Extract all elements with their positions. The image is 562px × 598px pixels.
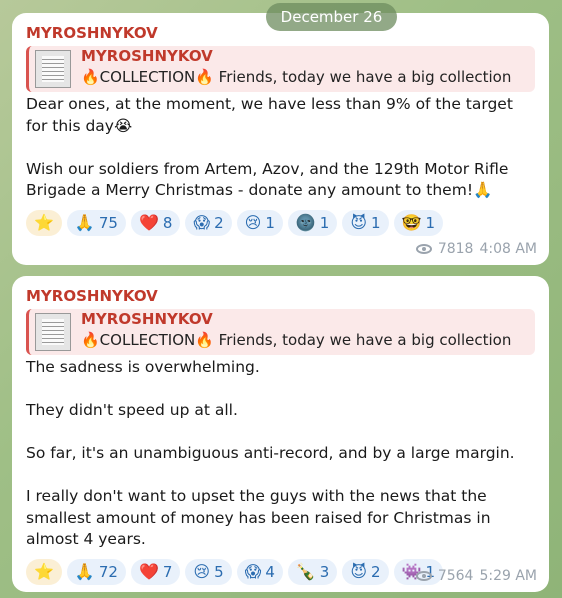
- crying-face-icon: 😢: [244, 212, 262, 232]
- new-moon-face-icon: 🌚: [295, 212, 316, 232]
- message-paragraph: So far, it's an unambiguous anti-record,…: [26, 444, 515, 462]
- reaction-count: 1: [425, 213, 436, 232]
- document-thumbnail: [35, 50, 71, 88]
- star-icon: ⭐: [34, 561, 54, 581]
- message-time: 5:29 AM: [479, 568, 537, 584]
- message-paragraph: They didn't speed up at all.: [26, 401, 238, 419]
- reaction-count: 2: [371, 562, 381, 581]
- message-time: 4:08 AM: [479, 241, 537, 257]
- reaction-star[interactable]: ⭐: [26, 558, 62, 585]
- message-paragraph: Wish our soldiers from Artem, Azov, and …: [26, 159, 509, 200]
- reaction-cry[interactable]: 😢 5: [185, 558, 232, 585]
- scream-icon: 😱: [244, 561, 262, 581]
- reaction-star[interactable]: ⭐: [26, 209, 62, 236]
- reaction-devil[interactable]: 😈 1: [342, 209, 389, 236]
- pray-icon: 🙏: [74, 212, 95, 232]
- view-count: 7818: [437, 241, 474, 257]
- devil-icon: 😈: [350, 212, 368, 232]
- message-bubble[interactable]: MYROSHNYKOV MYROSHNYKOV 🔥COLLECTION🔥 Fri…: [12, 13, 549, 265]
- reply-text: 🔥COLLECTION🔥 Friends, today we have a bi…: [81, 68, 512, 86]
- reaction-count: 72: [98, 562, 118, 581]
- reaction-count: 3: [319, 562, 330, 581]
- reaction-scream[interactable]: 😱 2: [185, 209, 232, 236]
- reaction-nerd[interactable]: 🤓 1: [393, 209, 444, 236]
- reaction-heart[interactable]: ❤️ 7: [130, 558, 181, 585]
- paragraph-spacer: [26, 465, 535, 487]
- message-text: Dear ones, at the moment, we have less t…: [26, 94, 535, 202]
- paragraph-spacer: [26, 422, 535, 444]
- champagne-icon: 🍾: [295, 561, 316, 581]
- message-bubble[interactable]: MYROSHNYKOV MYROSHNYKOV 🔥COLLECTION🔥 Fri…: [12, 276, 549, 592]
- reaction-pray[interactable]: 🙏 75: [66, 209, 126, 236]
- pray-icon: 🙏: [74, 561, 95, 581]
- scream-icon: 😱: [193, 212, 211, 232]
- reaction-count: 5: [214, 562, 224, 581]
- view-count: 7564: [437, 568, 474, 584]
- star-icon: ⭐: [34, 212, 54, 232]
- reaction-count: 8: [162, 213, 173, 232]
- eye-icon: [415, 571, 432, 581]
- eye-icon: [415, 244, 432, 254]
- reply-preview[interactable]: MYROSHNYKOV 🔥COLLECTION🔥 Friends, today …: [26, 46, 535, 92]
- message-paragraph: Dear ones, at the moment, we have less t…: [26, 95, 513, 135]
- paragraph-spacer: [26, 379, 535, 401]
- reaction-champagne[interactable]: 🍾 3: [287, 558, 338, 585]
- message-paragraph: I really don't want to upset the guys wi…: [26, 487, 491, 548]
- reaction-new-moon[interactable]: 🌚 1: [287, 209, 338, 236]
- reaction-pray[interactable]: 🙏 72: [66, 558, 126, 585]
- reaction-count: 2: [214, 213, 224, 232]
- document-thumbnail: [35, 313, 71, 351]
- message-meta: 7818 4:08 AM: [415, 241, 537, 257]
- devil-icon: 😈: [350, 561, 368, 581]
- reaction-count: 75: [98, 213, 118, 232]
- reaction-count: 1: [371, 213, 381, 232]
- message-meta: 7564 5:29 AM: [415, 568, 537, 584]
- reply-sender-name: MYROSHNYKOV: [81, 47, 213, 65]
- reaction-devil[interactable]: 😈 2: [342, 558, 389, 585]
- crying-face-icon: 😢: [193, 561, 211, 581]
- reactions-bar: ⭐ 🙏 75 ❤️ 8 😱 2 😢 1 🌚 1 😈 1 🤓 1: [26, 209, 535, 236]
- reply-preview[interactable]: MYROSHNYKOV 🔥COLLECTION🔥 Friends, today …: [26, 309, 535, 355]
- reply-text: 🔥COLLECTION🔥 Friends, today we have a bi…: [81, 331, 512, 349]
- reaction-scream[interactable]: 😱 4: [236, 558, 283, 585]
- reaction-count: 1: [265, 213, 275, 232]
- nerd-face-icon: 🤓: [401, 212, 422, 232]
- message-text: The sadness is overwhelming. They didn't…: [26, 357, 535, 551]
- sender-name[interactable]: MYROSHNYKOV: [26, 285, 535, 307]
- heart-icon: ❤️: [138, 212, 159, 232]
- heart-icon: ❤️: [138, 561, 159, 581]
- date-separator: December 26: [266, 3, 397, 31]
- reaction-count: 1: [319, 213, 330, 232]
- reply-sender-name: MYROSHNYKOV: [81, 310, 213, 328]
- paragraph-spacer: [26, 137, 535, 159]
- message-paragraph: The sadness is overwhelming.: [26, 358, 260, 376]
- reaction-count: 7: [162, 562, 173, 581]
- reaction-heart[interactable]: ❤️ 8: [130, 209, 181, 236]
- reaction-count: 4: [265, 562, 275, 581]
- reaction-cry[interactable]: 😢 1: [236, 209, 283, 236]
